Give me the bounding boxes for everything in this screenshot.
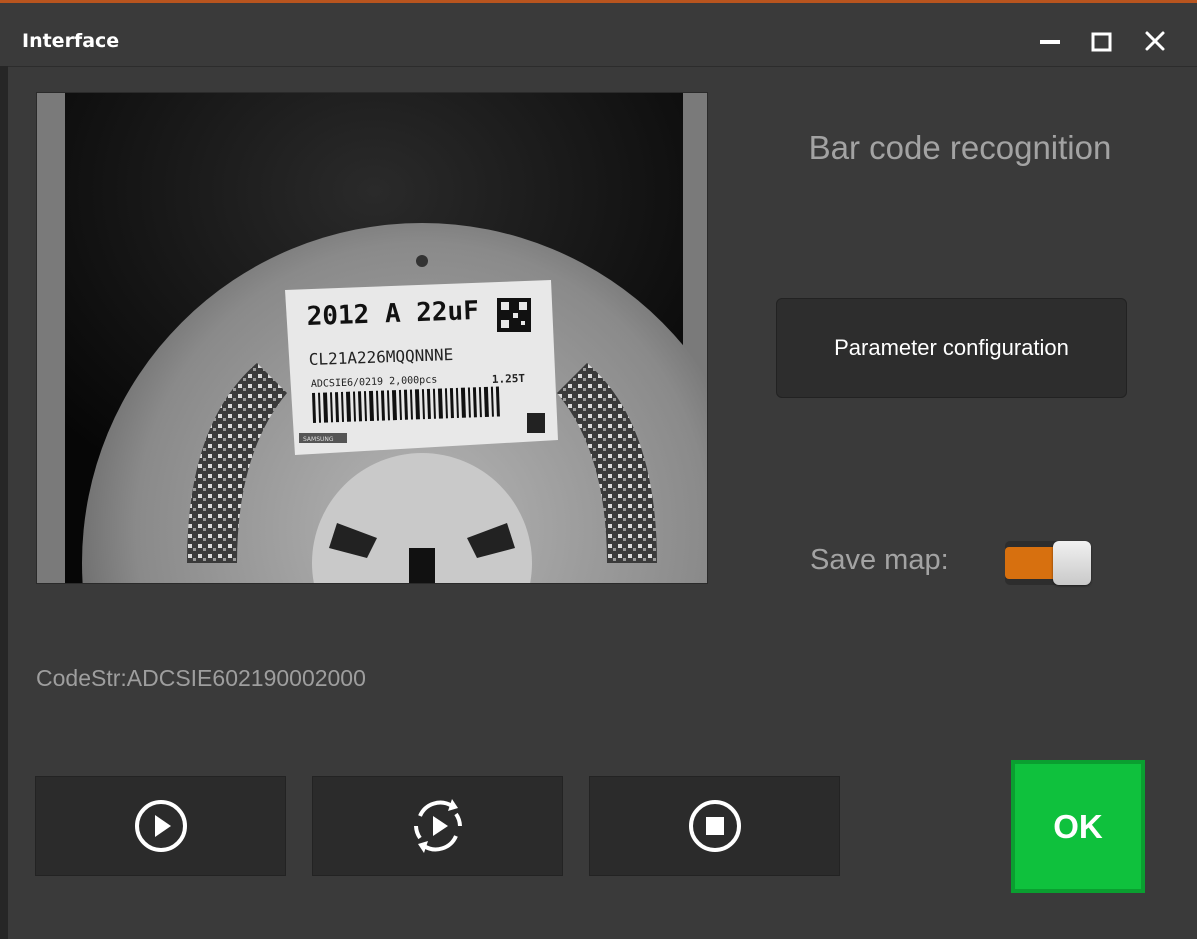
continuous-play-button[interactable] bbox=[312, 776, 563, 876]
parameter-configuration-button[interactable]: Parameter configuration bbox=[776, 298, 1127, 398]
qr-code bbox=[497, 298, 531, 332]
window-title: Interface bbox=[22, 30, 120, 52]
title-bar[interactable]: Interface bbox=[0, 6, 1197, 67]
save-map-toggle[interactable] bbox=[1005, 541, 1091, 585]
panel-heading: Bar code recognition bbox=[808, 129, 1112, 166]
loop-play-icon bbox=[413, 799, 462, 853]
play-icon bbox=[134, 800, 187, 852]
camera-image: 2012 A 22uF CL21A226MQQNNNE ADCSIE6/0219… bbox=[37, 93, 707, 583]
camera-preview: 2012 A 22uF CL21A226MQQNNNE ADCSIE6/0219… bbox=[36, 92, 708, 584]
close-icon bbox=[1145, 31, 1165, 51]
app-window: Interface 2012 A 22uF CL21A226MQQNNNE AD… bbox=[0, 0, 1197, 939]
play-button[interactable] bbox=[35, 776, 286, 876]
minimize-button[interactable] bbox=[1028, 20, 1072, 64]
code-string-result: CodeStr:ADCSIE602190002000 bbox=[36, 665, 366, 691]
svg-text:SAMSUNG: SAMSUNG bbox=[303, 436, 334, 443]
ok-button[interactable]: OK bbox=[1011, 760, 1145, 893]
maximize-button[interactable] bbox=[1080, 20, 1124, 64]
maximize-icon bbox=[1091, 32, 1112, 52]
save-map-label: Save map: bbox=[810, 544, 949, 576]
stop-icon bbox=[688, 800, 741, 852]
toggle-thumb[interactable] bbox=[1053, 541, 1091, 585]
close-button[interactable] bbox=[1134, 20, 1178, 64]
product-label: 2012 A 22uF CL21A226MQQNNNE ADCSIE6/0219… bbox=[285, 280, 558, 455]
svg-text:2012 A 22uF: 2012 A 22uF bbox=[306, 296, 479, 332]
minimize-icon bbox=[1040, 40, 1060, 44]
svg-text:1.25T: 1.25T bbox=[492, 372, 526, 386]
left-edge bbox=[0, 66, 8, 939]
stop-button[interactable] bbox=[589, 776, 840, 876]
